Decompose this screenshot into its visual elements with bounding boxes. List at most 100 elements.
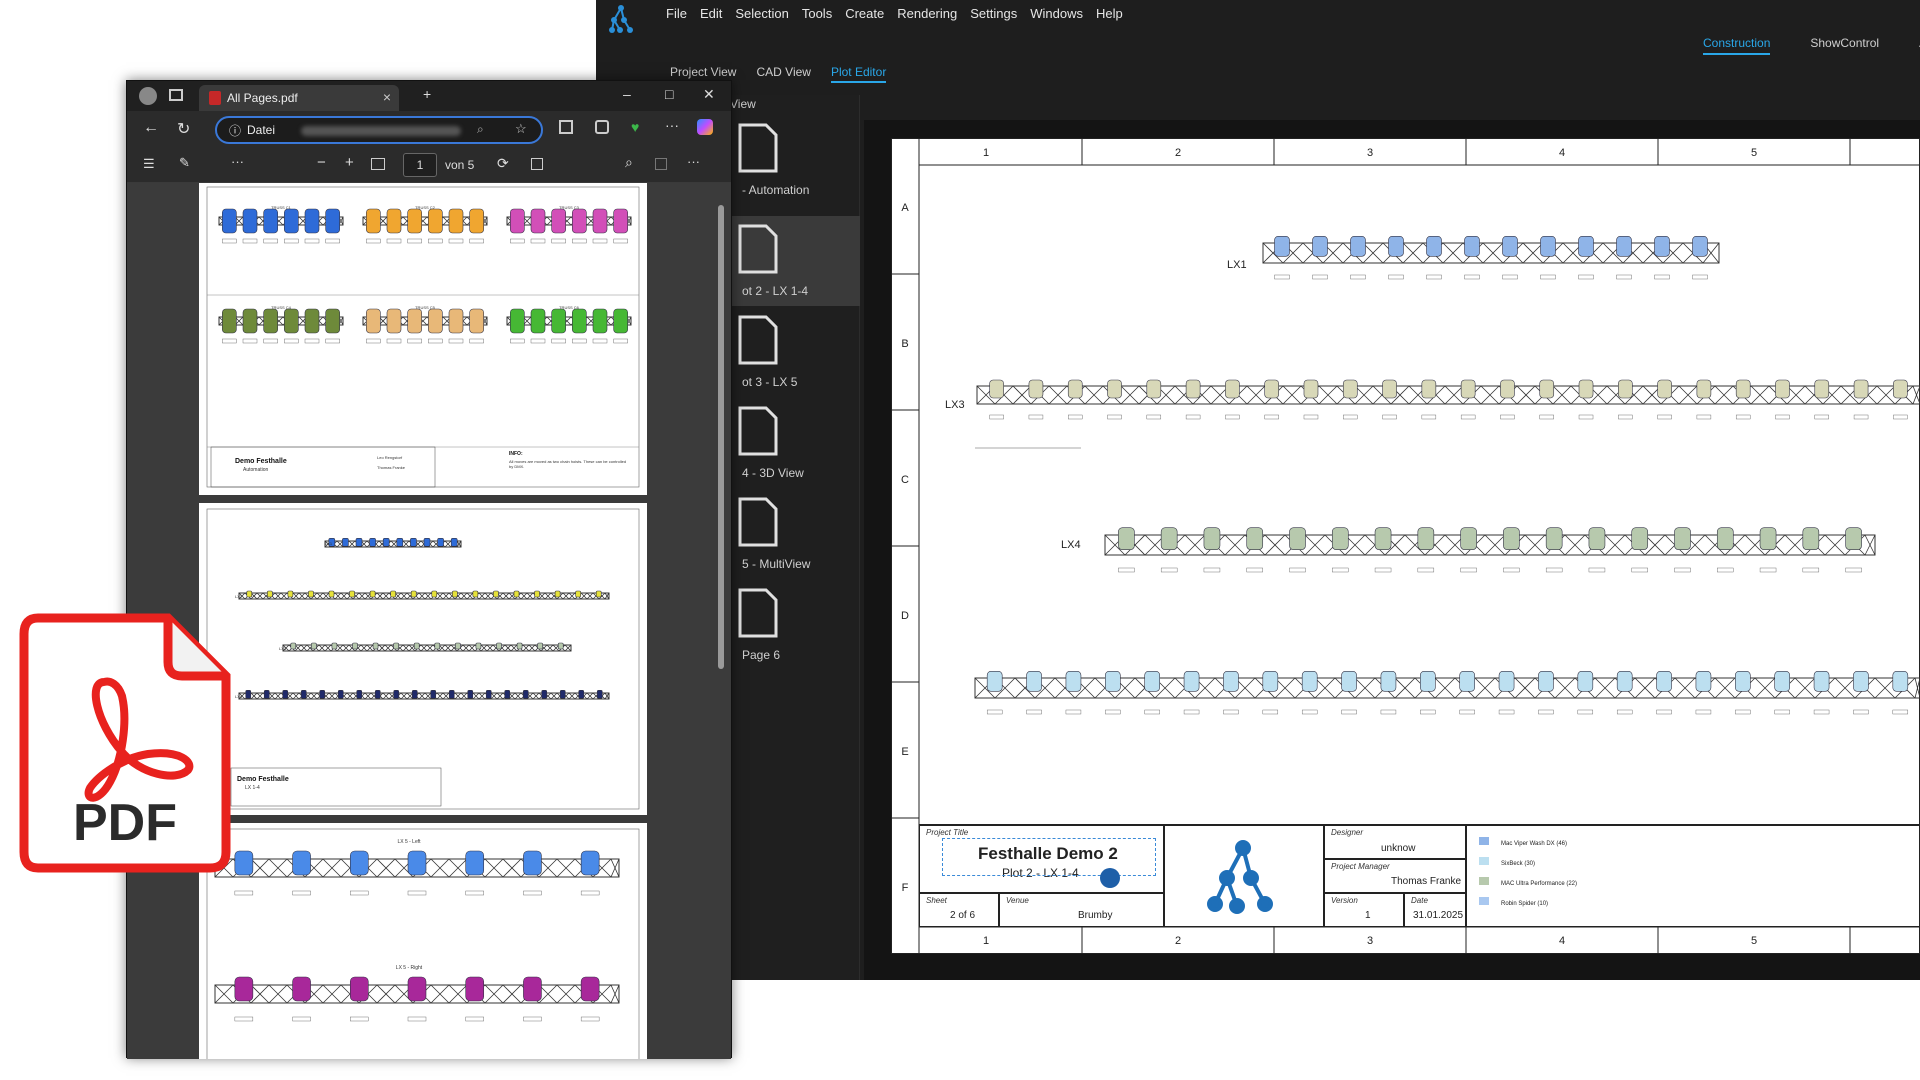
truss-lx4[interactable] bbox=[1104, 527, 1876, 573]
fit-page-icon[interactable] bbox=[371, 158, 385, 170]
save-icon[interactable] bbox=[655, 158, 667, 170]
pdf-page2-subtitle: LX 1-4 bbox=[245, 785, 260, 791]
page-item-lx5[interactable]: ot 3 - LX 5 bbox=[730, 307, 860, 397]
selection-box[interactable] bbox=[942, 838, 1156, 876]
tab-construction[interactable]: Construction bbox=[1703, 36, 1771, 55]
search-icon[interactable]: ⌕ bbox=[625, 154, 633, 171]
fixture-address-tag bbox=[292, 1016, 311, 1022]
fixture-address-tag bbox=[1845, 567, 1862, 573]
draw-icon[interactable]: ✎ bbox=[179, 155, 190, 171]
extension-icon[interactable]: ♥ bbox=[631, 119, 639, 135]
col-label-1: 1 bbox=[983, 147, 989, 159]
pdf-more-icon[interactable]: ··· bbox=[687, 154, 700, 169]
page-item-label: Page 6 bbox=[742, 648, 781, 662]
favorite-star-icon[interactable]: ☆ bbox=[515, 121, 527, 137]
zoom-search-icon[interactable]: ⌕ bbox=[477, 122, 484, 137]
fixture-symbol bbox=[290, 642, 297, 650]
copilot-icon[interactable] bbox=[697, 119, 713, 135]
fixture-symbol bbox=[551, 208, 566, 234]
menu-file[interactable]: File bbox=[666, 6, 687, 21]
page-item-3d-view[interactable]: 4 - 3D View bbox=[730, 398, 860, 488]
truss-lx-unlabeled[interactable] bbox=[974, 671, 1920, 715]
contents-icon[interactable]: ☰ bbox=[143, 156, 155, 172]
fixture-address-tag bbox=[386, 338, 402, 344]
legend-cell: Mac Viper Wash DX (46) SixBeck (30) MAC … bbox=[1466, 825, 1920, 927]
minimize-icon[interactable]: – bbox=[623, 86, 631, 102]
fixture-symbol bbox=[1183, 671, 1200, 692]
fixture-address-tag bbox=[234, 1016, 254, 1022]
menu-rendering[interactable]: Rendering bbox=[897, 6, 957, 21]
menu-help[interactable]: Help bbox=[1096, 6, 1123, 21]
fixture-address-tag bbox=[1616, 709, 1633, 715]
project-title-cell[interactable]: Project Title Festhalle Demo 2 Plot 2 - … bbox=[919, 825, 1164, 893]
page-item-page6[interactable]: Page 6 bbox=[730, 580, 860, 670]
menu-create[interactable]: Create bbox=[845, 6, 884, 21]
page-view-icon[interactable] bbox=[531, 158, 543, 170]
menu-selection[interactable]: Selection bbox=[735, 6, 788, 21]
move-handle-icon[interactable] bbox=[1100, 868, 1120, 888]
fixture-address-tag bbox=[1028, 414, 1044, 420]
fixture-symbol bbox=[1578, 236, 1594, 257]
split-screen-icon[interactable] bbox=[559, 120, 573, 134]
fixture-symbol bbox=[1657, 379, 1672, 399]
fixture-symbol bbox=[1118, 527, 1135, 550]
page-number-input[interactable]: 1 bbox=[403, 153, 437, 177]
fixture-symbol bbox=[287, 590, 294, 598]
blurred-url bbox=[301, 126, 461, 136]
page-item-lx1-4[interactable]: ot 2 - LX 1-4 bbox=[730, 216, 860, 306]
tab-plot-editor[interactable]: Plot Editor bbox=[830, 65, 887, 83]
address-input[interactable]: ⓘ Datei ⌕ ☆ bbox=[215, 116, 543, 144]
menu-tools[interactable]: Tools bbox=[802, 6, 832, 21]
new-tab-icon[interactable]: + bbox=[423, 86, 431, 102]
fixture-address-tag bbox=[592, 338, 608, 344]
maximize-icon[interactable]: □ bbox=[665, 86, 673, 102]
truss-lx3[interactable] bbox=[975, 379, 1920, 449]
legend-item: SixBeck (30) bbox=[1479, 854, 1577, 874]
menu-edit[interactable]: Edit bbox=[700, 6, 722, 21]
tab-cad-view[interactable]: CAD View bbox=[756, 65, 810, 83]
fixture-address-tag bbox=[1892, 709, 1909, 715]
menu-settings[interactable]: Settings bbox=[970, 6, 1017, 21]
fixture-address-tag bbox=[1223, 709, 1239, 715]
fixture-address-tag bbox=[1144, 709, 1160, 715]
fixture-symbol bbox=[1696, 379, 1712, 399]
collections-icon[interactable] bbox=[595, 120, 609, 134]
refresh-icon[interactable]: ↻ bbox=[177, 119, 190, 139]
tab-showcontrol[interactable]: ShowControl bbox=[1810, 36, 1879, 55]
zoom-out-icon[interactable]: − bbox=[317, 154, 326, 171]
truss-lx1[interactable] bbox=[1262, 236, 1720, 280]
window-close-icon[interactable]: ✕ bbox=[703, 86, 715, 103]
fixture-symbol bbox=[1813, 671, 1830, 692]
more-menu-icon[interactable]: ··· bbox=[665, 117, 679, 133]
page-item-multiview[interactable]: 5 - MultiView bbox=[730, 489, 860, 579]
pdf-truss-label: TRUSS C2 bbox=[415, 205, 436, 210]
profile-avatar[interactable] bbox=[139, 87, 157, 105]
zoom-in-icon[interactable]: + bbox=[345, 154, 354, 171]
pdf-lx-label: LX1 bbox=[325, 541, 333, 546]
tab-actions-icon[interactable] bbox=[169, 89, 183, 101]
pdf-page-1: TRUSS C1 TRUSS C2 TRUSS C3 TRUSS C4 TRUS… bbox=[199, 183, 647, 495]
fixture-symbol bbox=[1893, 379, 1908, 399]
close-tab-icon[interactable]: × bbox=[383, 89, 391, 105]
fixture-address-tag bbox=[1160, 567, 1178, 573]
fixture-symbol bbox=[516, 642, 523, 650]
fixture-symbol bbox=[423, 538, 431, 547]
rotate-icon[interactable]: ⟳ bbox=[497, 155, 509, 172]
fixture-address-tag bbox=[1183, 709, 1200, 715]
back-icon[interactable]: ← bbox=[143, 119, 159, 137]
scrollbar-thumb[interactable] bbox=[718, 205, 724, 669]
menu-windows[interactable]: Windows bbox=[1030, 6, 1083, 21]
plot-sheet[interactable]: 1 2 3 4 5 1 2 3 4 5 A B C D E F LX1 LX3 … bbox=[891, 138, 1920, 954]
fixture-symbol bbox=[1853, 379, 1869, 399]
fixture-address-tag bbox=[1118, 567, 1135, 573]
more-tools-icon[interactable]: ··· bbox=[231, 154, 244, 169]
page-item-automation[interactable]: - Automation bbox=[730, 115, 860, 205]
browser-tab[interactable]: All Pages.pdf × bbox=[199, 85, 399, 111]
scrollbar[interactable] bbox=[717, 187, 725, 1047]
info-icon[interactable]: ⓘ bbox=[229, 122, 241, 139]
pdf-page-1-trusses bbox=[218, 208, 632, 344]
fixture-symbol bbox=[1067, 379, 1083, 399]
fixture-address-tag bbox=[1588, 567, 1606, 573]
fixture-address-tag bbox=[304, 238, 320, 244]
pdf-page1-title: Demo Festhalle bbox=[235, 458, 287, 465]
